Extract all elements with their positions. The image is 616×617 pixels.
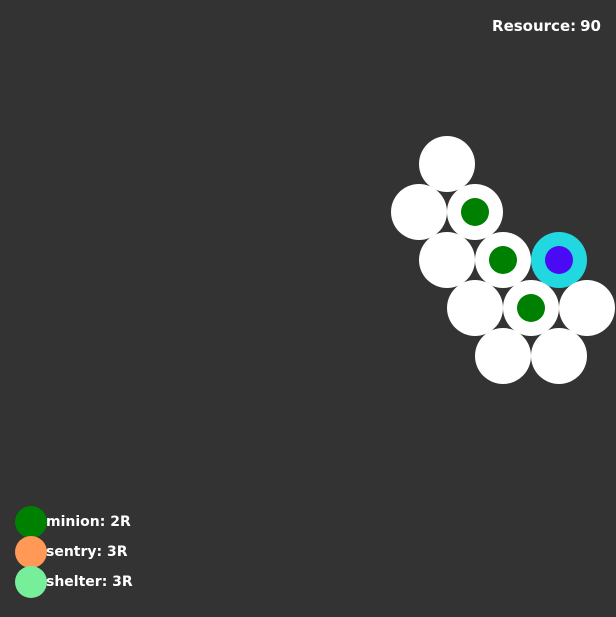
legend-sentry-cost: 3R — [107, 544, 128, 560]
hex-cell-empty[interactable] — [559, 280, 615, 336]
hex-cell-empty[interactable] — [391, 184, 447, 240]
legend-sentry-label[interactable]: sentry: 3R — [46, 544, 128, 560]
cell-disc[interactable] — [475, 328, 531, 384]
hex-cell-player[interactable] — [531, 232, 587, 288]
legend-item-shelter[interactable]: shelter: 3R — [15, 566, 134, 598]
cell-disc[interactable] — [419, 136, 475, 192]
hex-cell-minion[interactable] — [475, 232, 531, 288]
game-canvas[interactable]: Resource: 90 minion: 2R sentry: 3R shelte… — [0, 0, 616, 617]
cell-disc[interactable] — [419, 232, 475, 288]
hex-cell-empty[interactable] — [419, 136, 475, 192]
hex-cell-minion[interactable] — [503, 280, 559, 336]
legend-shelter-cost: 3R — [112, 574, 133, 590]
unit-legend: minion: 2R sentry: 3R shelter: 3R — [15, 506, 134, 598]
legend-minion-name: minion — [46, 514, 100, 530]
minion-swatch-icon[interactable] — [15, 506, 47, 538]
cell-disc[interactable] — [447, 280, 503, 336]
legend-shelter-name: shelter — [46, 574, 102, 590]
cell-disc[interactable] — [531, 328, 587, 384]
cell-disc[interactable] — [391, 184, 447, 240]
minion-unit[interactable] — [489, 246, 517, 274]
player-unit[interactable] — [545, 246, 573, 274]
hex-cell-empty[interactable] — [447, 280, 503, 336]
minion-unit[interactable] — [461, 198, 489, 226]
legend-minion-cost: 2R — [110, 514, 131, 530]
minion-unit[interactable] — [517, 294, 545, 322]
hex-cell-empty[interactable] — [531, 328, 587, 384]
cell-disc[interactable] — [559, 280, 615, 336]
legend-shelter-label[interactable]: shelter: 3R — [46, 574, 133, 590]
legend-sentry-name: sentry — [46, 544, 97, 560]
hex-cell-empty[interactable] — [419, 232, 475, 288]
hex-cell-empty[interactable] — [475, 328, 531, 384]
hex-cell-minion[interactable] — [447, 184, 503, 240]
shelter-swatch-icon[interactable] — [15, 566, 47, 598]
legend-item-sentry[interactable]: sentry: 3R — [15, 536, 134, 568]
sentry-swatch-icon[interactable] — [15, 536, 47, 568]
legend-item-minion[interactable]: minion: 2R — [15, 506, 134, 538]
legend-minion-label[interactable]: minion: 2R — [46, 514, 131, 530]
